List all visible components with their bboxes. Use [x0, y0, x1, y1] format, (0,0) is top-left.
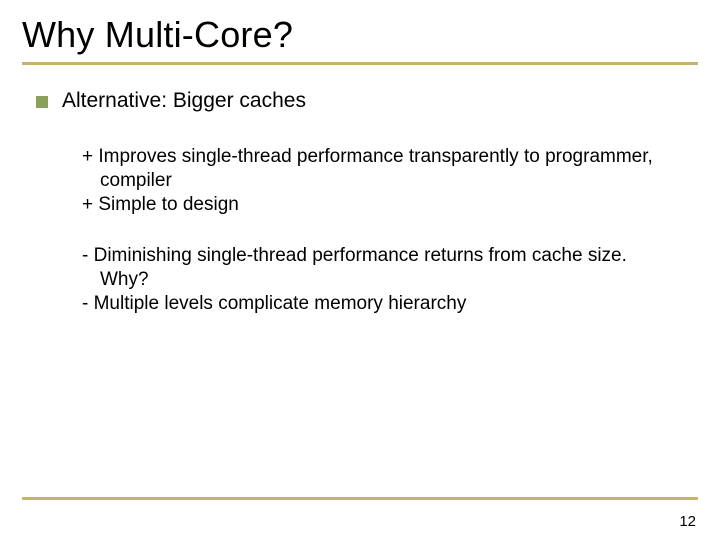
con-line: - Multiple levels complicate memory hier… [62, 292, 678, 316]
square-bullet-icon [36, 96, 48, 108]
slide: Why Multi-Core? Alternative: Bigger cach… [0, 0, 720, 540]
page-number: 12 [679, 513, 696, 530]
bullet-item: Alternative: Bigger caches [36, 89, 698, 113]
cons-block: - Diminishing single-thread performance … [62, 244, 678, 315]
pro-line: + Simple to design [62, 193, 678, 217]
pros-block: + Improves single-thread performance tra… [62, 145, 678, 216]
pro-line: + Improves single-thread performance tra… [62, 145, 678, 193]
bullet-text: Alternative: Bigger caches [62, 89, 306, 113]
footer-divider [22, 497, 698, 500]
title-divider [22, 62, 698, 65]
slide-title: Why Multi-Core? [22, 14, 698, 56]
con-line: - Diminishing single-thread performance … [62, 244, 678, 292]
